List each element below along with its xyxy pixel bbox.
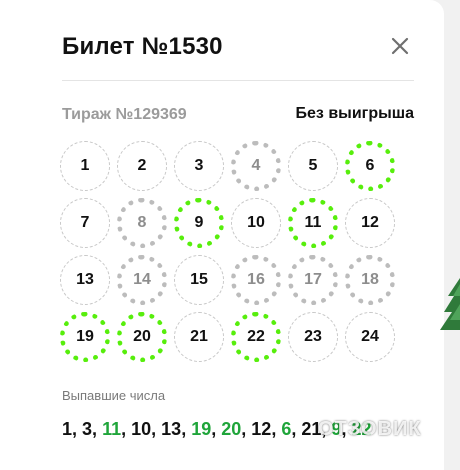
- drawn-number: 6: [281, 419, 292, 439]
- drawn-number: 20: [221, 419, 242, 439]
- separator: ,: [291, 419, 302, 439]
- ticket-number[interactable]: 11: [288, 198, 338, 248]
- drawn-numbers-label: Выпавшие числа: [62, 388, 166, 403]
- ticket-number[interactable]: 23: [288, 312, 338, 362]
- ticket-number[interactable]: 18: [345, 255, 395, 305]
- separator: ,: [241, 419, 252, 439]
- ticket-number[interactable]: 12: [345, 198, 395, 248]
- ticket-number[interactable]: 9: [174, 198, 224, 248]
- ticket-number[interactable]: 17: [288, 255, 338, 305]
- ticket-number[interactable]: 14: [117, 255, 167, 305]
- ticket-number[interactable]: 16: [231, 255, 281, 305]
- ticket-number[interactable]: 24: [345, 312, 395, 362]
- drawn-number: 19: [191, 419, 212, 439]
- drawn-number: 1: [62, 419, 73, 439]
- drawn-number: 10: [131, 419, 152, 439]
- separator: ,: [92, 419, 103, 439]
- separator: ,: [211, 419, 222, 439]
- ticket-card: Билет №1530 Тираж №129369 Без выигрыша 1…: [0, 0, 444, 470]
- separator: ,: [181, 419, 192, 439]
- ticket-number[interactable]: 20: [117, 312, 167, 362]
- result-status: Без выигрыша: [295, 105, 414, 122]
- close-icon: [391, 37, 409, 55]
- christmas-tree-icon: [440, 278, 460, 330]
- drawn-number: 12: [251, 419, 272, 439]
- ticket-number[interactable]: 2: [117, 141, 167, 191]
- numbers-grid: 1 2 3 4 5 6 7 8 9 10 11 12 13 14 15 16 17 18 19 20 21 22 23 24: [60, 141, 395, 362]
- separator: ,: [271, 419, 282, 439]
- separator: ,: [121, 419, 132, 439]
- ticket-number[interactable]: 10: [231, 198, 281, 248]
- ticket-number[interactable]: 6: [345, 141, 395, 191]
- ticket-number[interactable]: 5: [288, 141, 338, 191]
- drawn-number: 13: [161, 419, 182, 439]
- ticket-number[interactable]: 7: [60, 198, 110, 248]
- ticket-number[interactable]: 15: [174, 255, 224, 305]
- ticket-number[interactable]: 8: [117, 198, 167, 248]
- ticket-number[interactable]: 21: [174, 312, 224, 362]
- separator: ,: [72, 419, 83, 439]
- ticket-title: Билет №1530: [62, 33, 223, 60]
- drawn-number: 3: [82, 419, 93, 439]
- separator: ,: [151, 419, 162, 439]
- ticket-number[interactable]: 13: [60, 255, 110, 305]
- ticket-number[interactable]: 3: [174, 141, 224, 191]
- draw-number-label: Тираж №129369: [62, 106, 187, 123]
- ticket-number[interactable]: 19: [60, 312, 110, 362]
- header-divider: [62, 80, 414, 81]
- close-button[interactable]: [388, 34, 412, 58]
- ticket-number[interactable]: 22: [231, 312, 281, 362]
- ticket-number[interactable]: 1: [60, 141, 110, 191]
- ticket-number[interactable]: 4: [231, 141, 281, 191]
- watermark: ОТЗОВИК: [318, 418, 422, 440]
- drawn-number: 11: [102, 419, 122, 439]
